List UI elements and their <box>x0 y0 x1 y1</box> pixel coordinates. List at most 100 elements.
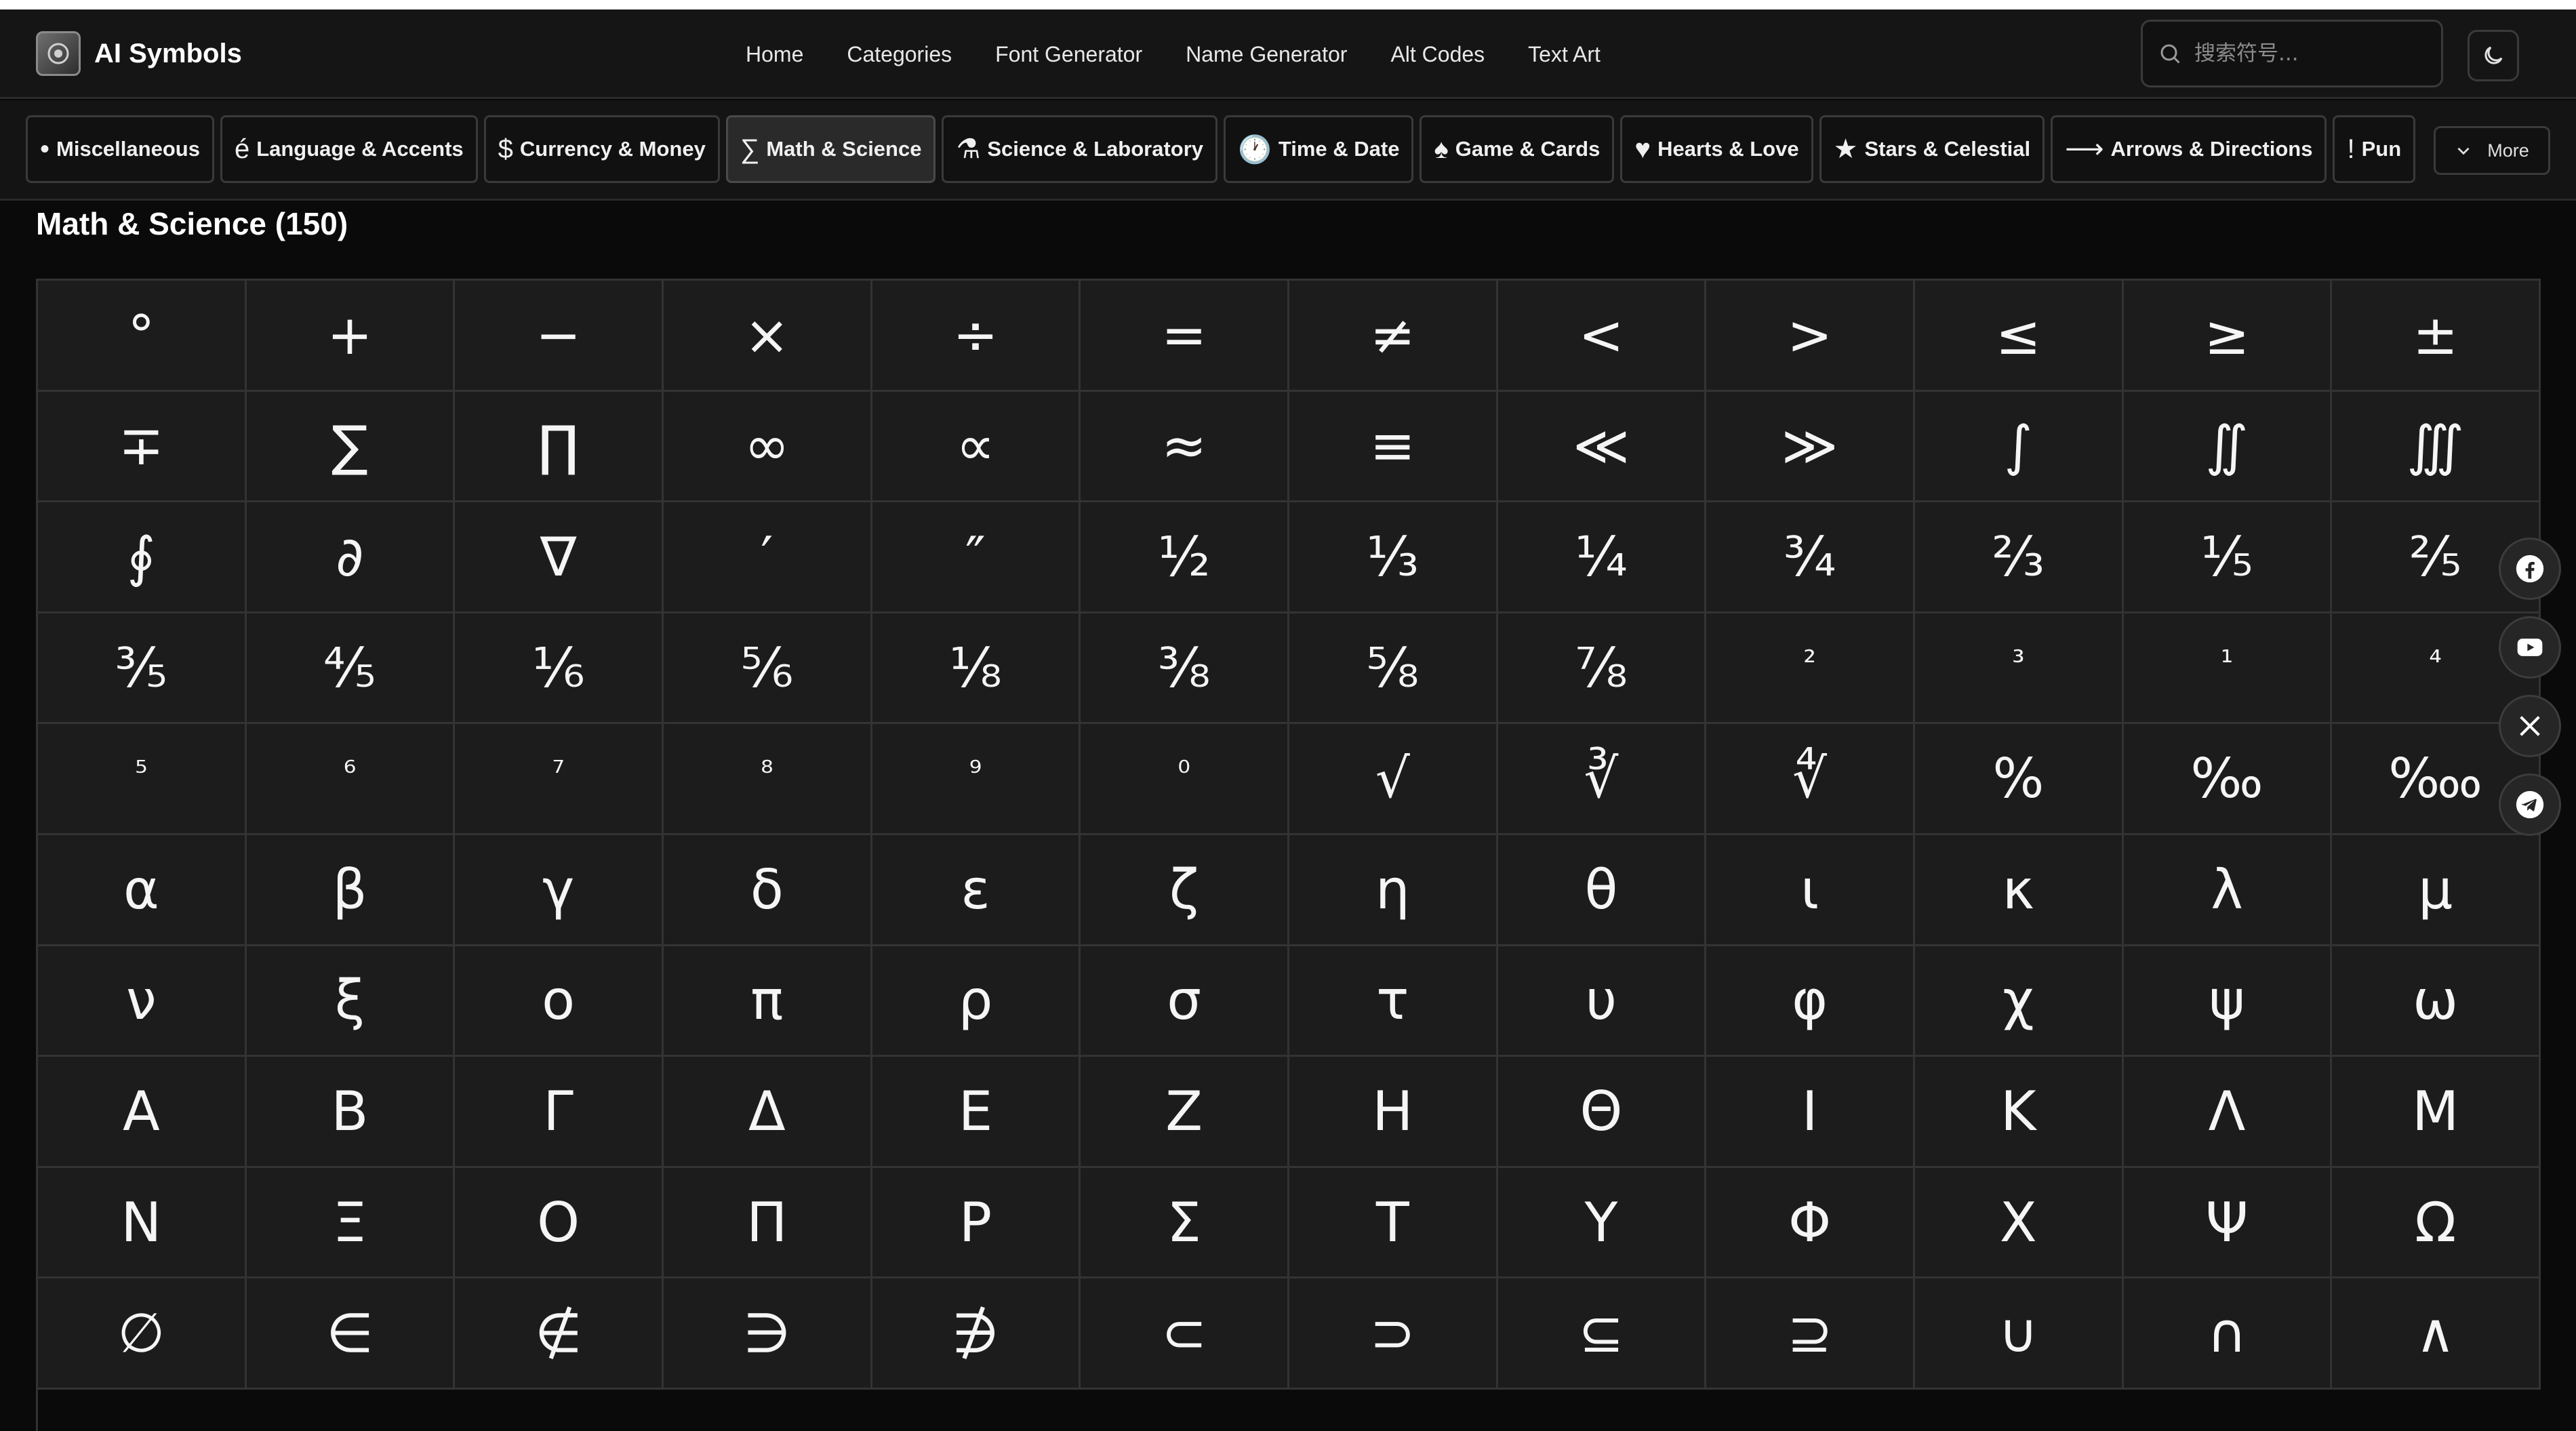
symbol-cell[interactable]: ⅔ <box>1914 502 2124 613</box>
symbol-cell[interactable]: ≫ <box>1706 391 1915 503</box>
symbol-cell[interactable]: Δ <box>663 1057 872 1168</box>
symbol-cell[interactable]: ⅓ <box>1289 502 1498 613</box>
symbol-cell[interactable]: = <box>1081 281 1289 392</box>
symbol-cell[interactable]: γ <box>455 834 664 946</box>
symbol-cell[interactable]: α <box>38 834 247 946</box>
symbol-cell[interactable]: ⁷ <box>455 724 664 835</box>
symbol-cell[interactable]: ∇ <box>455 502 664 613</box>
symbol-cell[interactable]: ∋ <box>663 1278 872 1390</box>
symbol-cell[interactable]: ∛ <box>1497 724 1707 835</box>
youtube-button[interactable] <box>2499 616 2561 679</box>
symbol-cell[interactable]: ¾ <box>1706 502 1915 613</box>
symbol-cell[interactable]: ∓ <box>38 391 247 503</box>
symbol-cell[interactable]: ⊇ <box>1706 1278 1915 1390</box>
symbol-cell[interactable]: Η <box>1289 1057 1498 1168</box>
category-chip-arrows-directions[interactable]: ⟶ Arrows & Directions <box>2051 115 2327 183</box>
symbol-cell[interactable]: Ω <box>2332 1167 2541 1279</box>
symbol-cell[interactable]: ∝ <box>872 391 1081 503</box>
nav-home[interactable]: Home <box>746 42 803 67</box>
symbol-cell[interactable]: δ <box>663 834 872 946</box>
symbol-cell[interactable]: ½ <box>1081 502 1289 613</box>
symbol-cell[interactable]: ⅕ <box>2123 502 2333 613</box>
symbol-cell[interactable]: ≥ <box>2123 281 2333 392</box>
symbol-cell[interactable]: κ <box>1914 834 2124 946</box>
symbol-cell[interactable]: ′ <box>663 502 872 613</box>
symbol-cell[interactable]: ≡ <box>1289 391 1498 503</box>
symbol-cell[interactable]: ∅ <box>38 1278 247 1390</box>
symbol-cell[interactable]: ∪ <box>1914 1278 2124 1390</box>
more-button[interactable]: More <box>2434 126 2550 175</box>
symbol-cell[interactable]: ι <box>1706 834 1915 946</box>
symbol-cell[interactable]: ∩ <box>2123 1278 2333 1390</box>
symbol-cell[interactable]: Ν <box>38 1167 247 1279</box>
category-chip-time-date[interactable]: 🕐 Time & Date <box>1224 115 1414 183</box>
symbol-cell[interactable]: σ <box>1081 946 1289 1057</box>
symbol-cell[interactable]: Σ <box>1081 1167 1289 1279</box>
symbol-cell[interactable]: ⅗ <box>38 613 247 725</box>
symbol-cell[interactable]: φ <box>1706 946 1915 1057</box>
symbol-cell[interactable]: π <box>663 946 872 1057</box>
symbol-cell[interactable]: Ο <box>455 1167 664 1279</box>
symbol-cell[interactable]: ⁵ <box>38 724 247 835</box>
symbol-cell[interactable]: ο <box>455 946 664 1057</box>
symbol-cell[interactable]: ∉ <box>455 1278 664 1390</box>
symbol-cell[interactable]: Φ <box>1706 1167 1915 1279</box>
brand[interactable]: AI Symbols <box>36 30 242 77</box>
symbol-cell[interactable]: υ <box>1497 946 1707 1057</box>
symbol-cell[interactable]: Ε <box>872 1057 1081 1168</box>
symbol-cell[interactable]: Ρ <box>872 1167 1081 1279</box>
symbol-cell[interactable]: ∌ <box>872 1278 1081 1390</box>
symbol-cell[interactable]: ⅜ <box>1081 613 1289 725</box>
symbol-cell[interactable]: ± <box>2332 281 2541 392</box>
category-chip-science-laboratory[interactable]: ⚗ Science & Laboratory <box>942 115 1218 183</box>
symbol-cell[interactable]: β <box>246 834 456 946</box>
symbol-cell[interactable]: ⅙ <box>455 613 664 725</box>
symbol-cell[interactable]: ⅞ <box>1497 613 1707 725</box>
search-input[interactable] <box>2194 41 2418 66</box>
nav-text-art[interactable]: Text Art <box>1528 42 1601 67</box>
facebook-button[interactable] <box>2499 538 2561 600</box>
symbol-cell[interactable]: λ <box>2123 834 2333 946</box>
symbol-cell[interactable]: ε <box>872 834 1081 946</box>
symbol-cell[interactable]: < <box>1497 281 1707 392</box>
symbol-cell[interactable]: Ι <box>1706 1057 1915 1168</box>
symbol-cell[interactable]: ν <box>38 946 247 1057</box>
symbol-cell[interactable]: Θ <box>1497 1057 1707 1168</box>
symbol-cell[interactable]: Υ <box>1497 1167 1707 1279</box>
category-chip-game-cards[interactable]: ♠ Game & Cards <box>1420 115 1615 183</box>
symbol-cell[interactable]: ⁶ <box>246 724 456 835</box>
category-chip-language-accents[interactable]: é Language & Accents <box>220 115 478 183</box>
x-button[interactable] <box>2499 695 2561 757</box>
symbol-cell[interactable]: ° <box>38 281 247 392</box>
symbol-cell[interactable]: Λ <box>2123 1057 2333 1168</box>
telegram-button[interactable] <box>2499 773 2561 836</box>
symbol-cell[interactable]: ζ <box>1081 834 1289 946</box>
symbol-cell[interactable]: ⁰ <box>1081 724 1289 835</box>
symbol-cell[interactable]: ‰ <box>2123 724 2333 835</box>
theme-toggle-button[interactable] <box>2468 30 2519 81</box>
category-chip-miscellaneous[interactable]: • Miscellaneous <box>26 115 214 183</box>
symbol-cell[interactable]: Κ <box>1914 1057 2124 1168</box>
symbol-cell[interactable]: > <box>1706 281 1915 392</box>
category-chip-stars-celestial[interactable]: ★ Stars & Celestial <box>1819 115 2045 183</box>
symbol-cell[interactable]: × <box>663 281 872 392</box>
symbol-cell[interactable]: Τ <box>1289 1167 1498 1279</box>
symbol-cell[interactable]: ∧ <box>2332 1278 2541 1390</box>
category-chip-currency-money[interactable]: $ Currency & Money <box>483 115 720 183</box>
symbol-cell[interactable]: ÷ <box>872 281 1081 392</box>
search-box[interactable] <box>2141 20 2443 87</box>
symbol-cell[interactable]: Β <box>246 1057 456 1168</box>
symbol-cell[interactable]: ″ <box>872 502 1081 613</box>
symbol-cell[interactable]: ³ <box>1914 613 2124 725</box>
symbol-cell[interactable]: ⊃ <box>1289 1278 1498 1390</box>
symbol-cell[interactable]: ¼ <box>1497 502 1707 613</box>
symbol-cell[interactable]: − <box>455 281 664 392</box>
category-chip-pun[interactable]: ! Pun <box>2333 115 2416 183</box>
category-chip-hearts-love[interactable]: ♥ Hearts & Love <box>1620 115 1813 183</box>
symbol-cell[interactable]: ² <box>1706 613 1915 725</box>
nav-categories[interactable]: Categories <box>847 42 952 67</box>
nav-alt-codes[interactable]: Alt Codes <box>1390 42 1485 67</box>
symbol-cell[interactable]: ⅝ <box>1289 613 1498 725</box>
symbol-cell[interactable]: ¹ <box>2123 613 2333 725</box>
symbol-cell[interactable]: χ <box>1914 946 2124 1057</box>
